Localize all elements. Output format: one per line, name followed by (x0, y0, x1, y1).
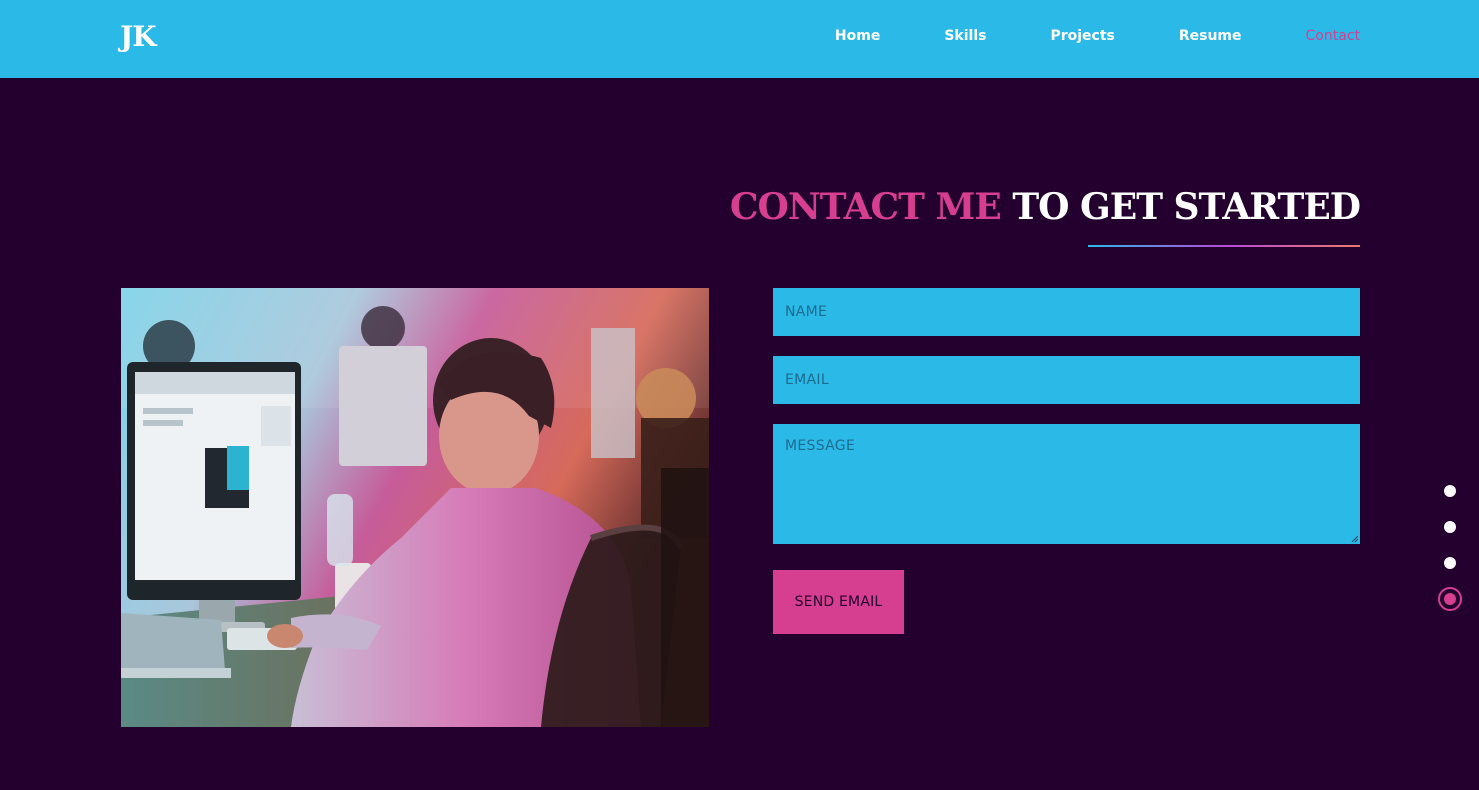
contact-heading-rest: TO GET STARTED (1012, 186, 1361, 228)
nav-link-contact[interactable]: Contact (1306, 27, 1360, 45)
section-dot-4-active[interactable] (1438, 587, 1462, 611)
contact-heading-highlight: CONTACT ME (729, 186, 1002, 228)
nav-link-resume[interactable]: Resume (1179, 27, 1242, 45)
send-email-button[interactable]: SEND EMAIL (773, 570, 904, 634)
top-navbar: JK Home Skills Projects Resume Contact (0, 0, 1479, 78)
nav-link-skills[interactable]: Skills (944, 27, 986, 45)
section-dot-2[interactable] (1444, 521, 1456, 533)
message-textarea[interactable] (773, 424, 1360, 544)
office-photo-illustration (121, 288, 709, 727)
heading-underline (1088, 245, 1360, 247)
email-input[interactable] (773, 356, 1360, 404)
logo[interactable]: JK (120, 20, 157, 53)
section-dot-3[interactable] (1444, 557, 1456, 569)
contact-heading: CONTACT ME TO GET STARTED (729, 186, 1361, 228)
nav-link-projects[interactable]: Projects (1050, 27, 1114, 45)
section-dot-1[interactable] (1444, 485, 1456, 497)
contact-photo (121, 288, 709, 727)
main-nav: Home Skills Projects Resume Contact (771, 27, 1360, 45)
nav-link-home[interactable]: Home (835, 27, 880, 45)
name-input[interactable] (773, 288, 1360, 336)
resize-grip-icon[interactable] (1349, 533, 1359, 543)
